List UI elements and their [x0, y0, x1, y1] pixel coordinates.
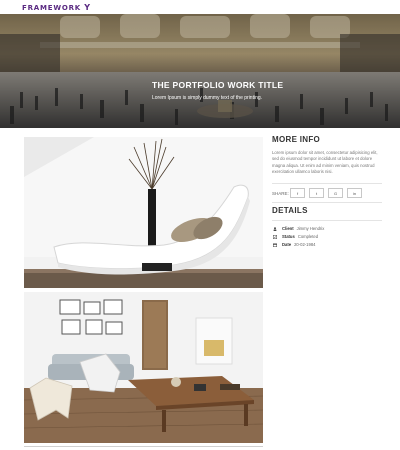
- more-info-heading: MORE INFO: [272, 135, 321, 144]
- detail-client-label: Client: [282, 226, 294, 231]
- twitter-share-button[interactable]: t: [309, 188, 324, 198]
- hero-banner: THE PORTFOLIO WORK TITLE Lorem Ipsum is …: [0, 14, 400, 128]
- status-icon: [273, 234, 277, 239]
- google-plus-share-button[interactable]: G: [328, 188, 343, 198]
- share-label: SHARE:: [272, 190, 289, 196]
- calendar-icon: [273, 243, 277, 247]
- hero-subtitle: Lorem Ipsum is simply dummy text of the …: [152, 95, 263, 101]
- linkedin-share-button[interactable]: in: [347, 188, 362, 198]
- detail-client-value: Jimmy Hendrix: [296, 226, 325, 231]
- bottom-divider: [24, 446, 263, 447]
- detail-status-value: Completed: [297, 234, 319, 239]
- detail-status-label: Status: [282, 234, 295, 239]
- facebook-icon: f: [296, 190, 299, 196]
- portfolio-image-chaise: [24, 137, 263, 288]
- more-info-description: Lorem ipsum dolor sit amet, consectetur …: [272, 150, 378, 174]
- detail-date-label: Date: [282, 242, 292, 247]
- facebook-share-button[interactable]: f: [290, 188, 305, 198]
- brand-name: FRAMEWORK: [22, 3, 82, 12]
- brand-logo[interactable]: FRAMEWORK Y: [22, 3, 91, 12]
- twitter-icon: t: [315, 190, 318, 196]
- brand-mark: Y: [84, 2, 91, 12]
- detail-client: Client Jimmy Hendrix: [273, 226, 324, 231]
- detail-date-value: 20-02-1984: [294, 242, 316, 247]
- details-divider: [272, 220, 382, 221]
- top-nav-bar: FRAMEWORK Y: [0, 0, 400, 14]
- portfolio-image-living-room: [24, 292, 263, 443]
- hero-image: [0, 14, 400, 128]
- google-plus-icon: G: [333, 190, 338, 196]
- linkedin-icon: in: [352, 190, 357, 196]
- details-heading: DETAILS: [272, 206, 308, 215]
- more-info-section: MORE INFO Lorem ipsum dolor sit amet, co…: [272, 135, 382, 175]
- share-bar: SHARE: f t G in: [272, 183, 382, 203]
- hero-title: THE PORTFOLIO WORK TITLE: [152, 80, 284, 90]
- detail-status: Status Completed: [273, 234, 318, 239]
- user-icon: [273, 226, 277, 231]
- detail-date: Date 20-02-1984: [273, 242, 316, 247]
